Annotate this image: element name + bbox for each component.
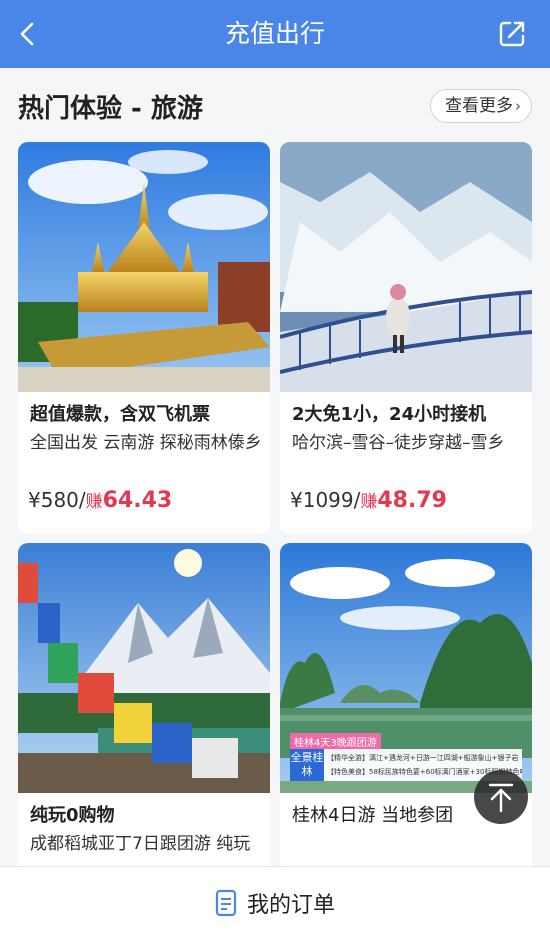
top-bar: 充值出行 — [0, 0, 550, 68]
travel-card[interactable]: 纯玩0购物 成都稻城亚丁7日跟团游 纯玩 — [18, 543, 270, 873]
price-separator: / — [78, 488, 86, 512]
card-subtitle: 哈尔滨–雪谷–徒步穿越–雪乡 — [292, 433, 505, 453]
bottom-bar: 我的订单 — [0, 866, 550, 950]
travel-card[interactable]: 2大免1小，24小时接机 哈尔滨–雪谷–徒步穿越–雪乡 ¥1099/赚48.79 — [280, 142, 532, 534]
back-to-top-button[interactable] — [474, 770, 528, 824]
card-subtitle: 全国出发 云南游 探秘雨林傣乡 — [30, 433, 262, 453]
tour-badge-line: 【精华全游】漓江+遇龙河+日游一江四湖+船游象山+银子岩 — [327, 754, 519, 762]
travel-card[interactable]: 超值爆款，含双飞机票 全国出发 云南游 探秘雨林傣乡 ¥580/赚64.43 — [18, 142, 270, 534]
view-more-button[interactable]: 查看更多 › — [430, 89, 532, 123]
view-more-label: 查看更多 — [445, 96, 513, 116]
card-title: 2大免1小，24小时接机 — [292, 404, 487, 425]
card-subtitle: 成都稻城亚丁7日跟团游 纯玩 — [30, 834, 251, 854]
tour-badge-top: 桂林4天3晚跟团游 — [290, 733, 381, 750]
card-image — [18, 543, 270, 793]
price-value: ¥1099 — [290, 488, 354, 512]
earn-value: 48.79 — [377, 488, 447, 513]
section-title: 热门体验 - 旅游 — [18, 94, 203, 124]
card-title: 桂林4日游 当地参团 — [292, 805, 454, 826]
my-orders-button[interactable]: 我的订单 — [0, 887, 550, 919]
section-header: 热门体验 - 旅游 查看更多 › — [0, 68, 550, 142]
chevron-right-icon: › — [515, 97, 521, 115]
card-price: ¥1099/赚48.79 — [290, 487, 447, 513]
card-image — [280, 142, 532, 392]
price-value: ¥580 — [28, 488, 79, 512]
card-image — [18, 142, 270, 392]
tour-badge-side: 全景桂林 — [290, 749, 324, 781]
card-title: 超值爆款，含双飞机票 — [30, 404, 210, 425]
earn-label: 赚 — [360, 492, 378, 512]
card-image: 桂林4天3晚跟团游 全景桂林 【精华全游】漓江+遇龙河+日游一江四湖+船游象山+… — [280, 543, 532, 793]
earn-label: 赚 — [85, 492, 103, 512]
card-price: ¥580/赚64.43 — [28, 487, 172, 513]
earn-value: 64.43 — [102, 488, 173, 513]
travel-card[interactable]: 桂林4天3晚跟团游 全景桂林 【精华全游】漓江+遇龙河+日游一江四湖+船游象山+… — [280, 543, 532, 873]
document-icon — [215, 889, 237, 917]
my-orders-label: 我的订单 — [246, 893, 335, 918]
card-title: 纯玩0购物 — [30, 805, 115, 826]
share-icon[interactable] — [496, 18, 528, 50]
arrow-up-to-top-icon — [488, 783, 514, 813]
page-title: 充值出行 — [224, 19, 325, 48]
